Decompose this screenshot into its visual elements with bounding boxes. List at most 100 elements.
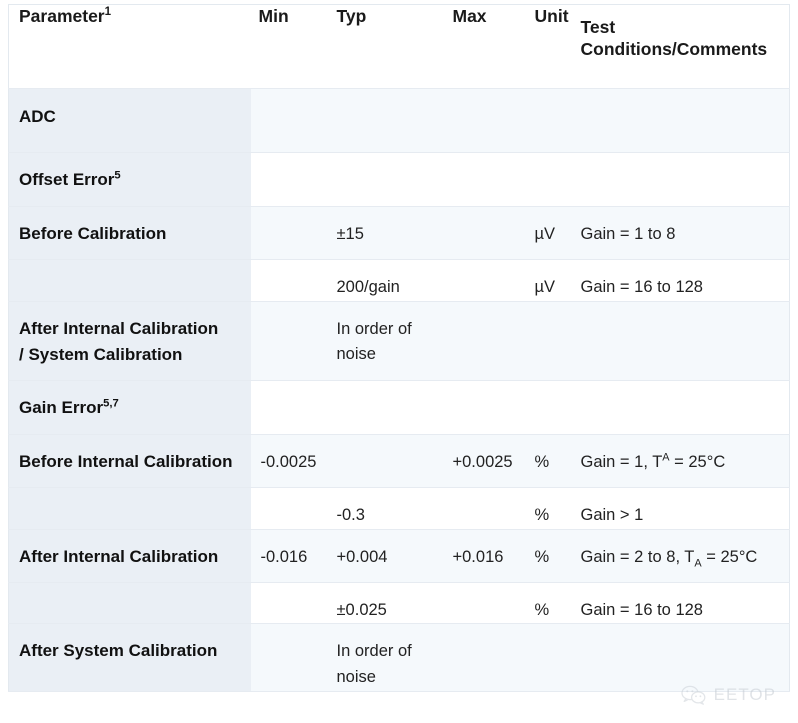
cell-test-conditions	[577, 624, 790, 691]
cell-typ	[329, 381, 445, 434]
cell-parameter-label: After Internal Calibration	[19, 547, 218, 566]
cell-unit: %	[531, 582, 577, 624]
cell-typ-value: -0.3	[337, 506, 365, 524]
cell-parameter: After System Calibration	[9, 624, 251, 691]
cell-test-conditions: Gain > 1	[577, 487, 790, 529]
cell-max	[445, 381, 531, 434]
column-header-parameter: Parameter1	[9, 5, 251, 89]
cell-test-conditions: Gain = 16 to 128	[577, 582, 790, 624]
table-row: ±0.025% Gain = 16 to 128	[9, 582, 790, 624]
cell-unit	[531, 89, 577, 153]
cell-min	[251, 582, 329, 624]
cell-min	[251, 260, 329, 302]
cell-max	[445, 624, 531, 691]
cell-test-conditions-value: Gain = 1 to 8	[581, 225, 676, 243]
cell-unit-value: %	[535, 506, 550, 524]
cell-unit: µV	[531, 206, 577, 259]
cell-max	[445, 487, 531, 529]
cell-min-value: -0.0025	[261, 453, 317, 471]
cell-typ-value: ±0.025	[337, 601, 387, 619]
table-body: ADCOffset Error5Before Calibration±15µVG…	[9, 89, 790, 692]
cell-test-conditions	[577, 89, 790, 153]
cell-parameter: Before Calibration	[9, 206, 251, 259]
table-header-row: Parameter1 Min Typ Max Unit Test Conditi…	[9, 5, 790, 89]
column-header-min: Min	[251, 5, 329, 89]
cell-test-conditions-superscript: A	[662, 451, 669, 463]
cell-unit	[531, 381, 577, 434]
cell-typ	[329, 434, 445, 487]
table-header: Parameter1 Min Typ Max Unit Test Conditi…	[9, 5, 790, 89]
table-row: Gain Error5,7	[9, 381, 790, 434]
cell-typ: In order ofnoise	[329, 624, 445, 691]
cell-typ-line2: noise	[337, 665, 439, 691]
column-header-typ: Typ	[329, 5, 445, 89]
cell-unit: %	[531, 529, 577, 582]
cell-parameter-label: ADC	[19, 107, 56, 126]
cell-unit: %	[531, 487, 577, 529]
cell-unit-value: µV	[535, 278, 556, 296]
cell-min	[251, 381, 329, 434]
cell-typ: ±15	[329, 206, 445, 259]
cell-test-conditions-prefix: Gain = 2 to 8, T	[581, 548, 695, 566]
table-row: Before Internal Calibration-0.0025+0.002…	[9, 434, 790, 487]
cell-parameter-label: Before Calibration	[19, 224, 166, 243]
table-row: After System Calibration In order ofnoise	[9, 624, 790, 691]
column-header-parameter-footnote: 1	[105, 6, 111, 18]
column-header-max: Max	[445, 5, 531, 89]
cell-test-conditions-subscript: A	[694, 557, 701, 569]
cell-typ-value: 200/gain	[337, 278, 400, 296]
column-header-test-conditions-line2: Conditions/Comments	[581, 38, 782, 60]
cell-unit-value: %	[535, 601, 550, 619]
cell-min: -0.0025	[251, 434, 329, 487]
cell-test-conditions: Gain = 2 to 8, TA = 25°C	[577, 529, 790, 582]
cell-test-conditions-suffix: = 25°C	[670, 453, 726, 471]
cell-parameter-footnote: 5	[114, 170, 120, 182]
cell-parameter	[9, 582, 251, 624]
cell-parameter: Before Internal Calibration	[9, 434, 251, 487]
cell-parameter	[9, 260, 251, 302]
cell-min	[251, 487, 329, 529]
cell-parameter-label: Offset Error	[19, 170, 114, 189]
cell-min	[251, 301, 329, 381]
cell-unit	[531, 301, 577, 381]
cell-test-conditions	[577, 301, 790, 381]
table-row: After Internal Calibration/ System Calib…	[9, 301, 790, 381]
cell-test-conditions: Gain = 1 to 8	[577, 206, 790, 259]
cell-max-value: +0.016	[453, 548, 504, 566]
cell-typ-value: +0.004	[337, 548, 388, 566]
table-row: Before Calibration ±15 µVGain = 1 to 8	[9, 206, 790, 259]
cell-unit: µV	[531, 260, 577, 302]
table-row: 200/gainµVGain = 16 to 128	[9, 260, 790, 302]
column-header-test-conditions-line1: Test	[581, 16, 782, 38]
cell-parameter: Offset Error5	[9, 153, 251, 206]
cell-typ-line2: noise	[337, 342, 439, 368]
cell-parameter: After Internal Calibration/ System Calib…	[9, 301, 251, 381]
cell-max	[445, 153, 531, 206]
cell-test-conditions-prefix: Gain = 1, T	[581, 453, 663, 471]
cell-unit-value: %	[535, 548, 550, 566]
table-row: After Internal Calibration-0.016+0.004+0…	[9, 529, 790, 582]
table-row: -0.3% Gain > 1	[9, 487, 790, 529]
column-header-test-conditions-lines: Test Conditions/Comments	[581, 16, 782, 61]
cell-test-conditions-suffix: = 25°C	[702, 548, 758, 566]
cell-parameter-footnote: 5,7	[103, 398, 119, 410]
cell-unit-value: %	[535, 453, 550, 471]
table-row: Offset Error5	[9, 153, 790, 206]
cell-typ-line1: In order of	[337, 639, 439, 665]
table-row: ADC	[9, 89, 790, 153]
cell-typ-value: ±15	[337, 225, 364, 243]
cell-max	[445, 206, 531, 259]
cell-max	[445, 582, 531, 624]
cell-typ: 200/gain	[329, 260, 445, 302]
column-header-test-conditions: Test Conditions/Comments	[577, 5, 790, 89]
electrical-specifications-table: Parameter1 Min Typ Max Unit Test Conditi…	[8, 4, 790, 692]
cell-typ	[329, 89, 445, 153]
cell-typ: +0.004	[329, 529, 445, 582]
cell-unit	[531, 153, 577, 206]
cell-typ-lines: In order ofnoise	[337, 317, 439, 368]
specification-sheet: Parameter1 Min Typ Max Unit Test Conditi…	[0, 0, 798, 723]
cell-parameter-label: Before Internal Calibration	[19, 452, 232, 471]
cell-min	[251, 153, 329, 206]
cell-max	[445, 301, 531, 381]
cell-typ-line1: In order of	[337, 317, 439, 343]
